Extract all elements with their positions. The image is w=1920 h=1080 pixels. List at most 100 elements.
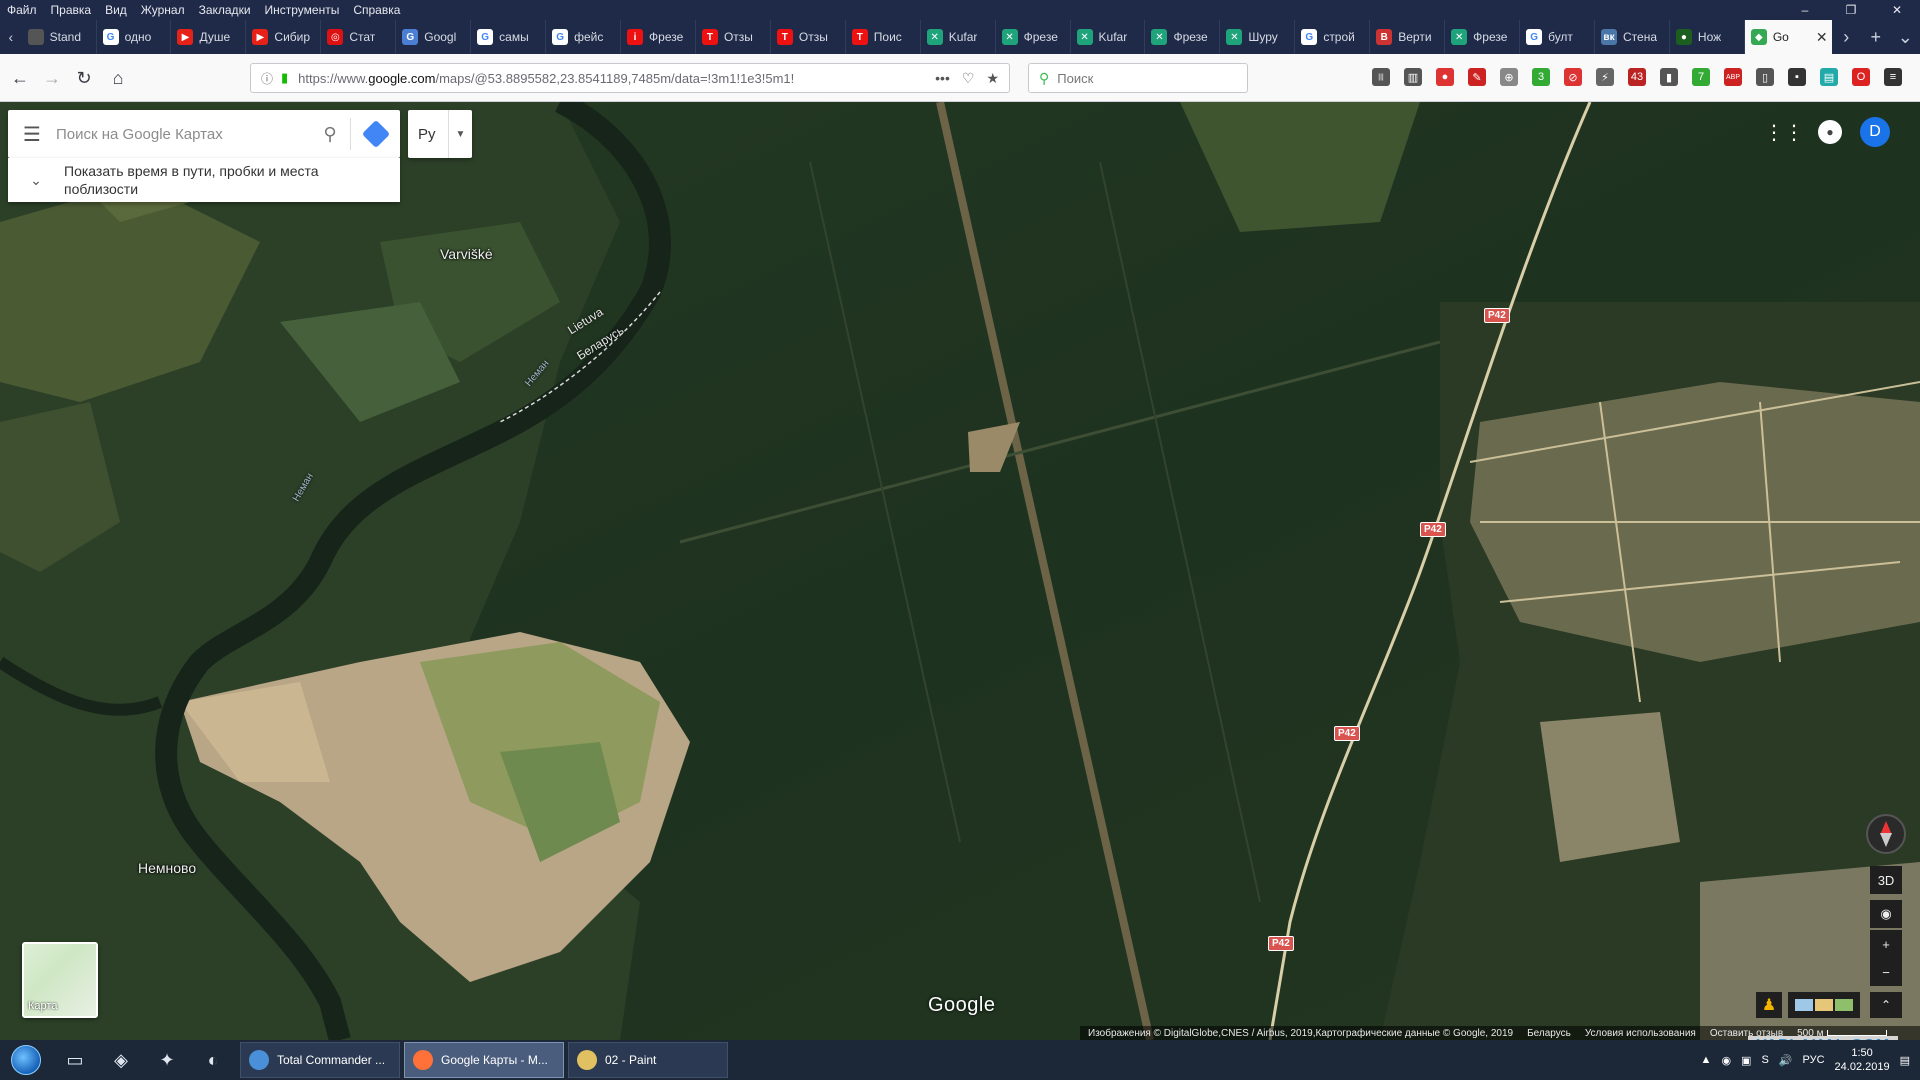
country-link[interactable]: Беларусь [1527,1028,1571,1039]
map-layer-toggle[interactable]: Карта [22,942,98,1018]
directions-icon[interactable] [350,118,400,150]
language-indicator[interactable]: РУС [1803,1054,1825,1066]
volume-icon[interactable]: 🔊 [1779,1054,1793,1067]
network-icon[interactable]: ▣ [1741,1054,1751,1067]
extension-icon[interactable]: ≡ [1884,68,1902,86]
my-location-icon[interactable]: ◉ [1870,900,1902,928]
account-avatar[interactable]: D [1860,117,1890,147]
extension-icon[interactable]: 3 [1532,68,1550,86]
terms-link[interactable]: Условия использования [1585,1028,1696,1039]
browser-tab[interactable]: T Отзы [771,20,846,54]
browser-tab[interactable]: Gодно [97,20,172,54]
extension-icon[interactable]: ● [1436,68,1454,86]
toggle-3d-button[interactable]: 3D [1870,866,1902,894]
new-tab-icon[interactable]: + [1861,20,1891,54]
zoom-in-button[interactable]: + [1870,930,1902,958]
browser-tab[interactable]: ◆ Go ✕ [1744,20,1832,54]
info-icon[interactable]: ⓘ [261,70,273,87]
compass-icon[interactable] [1866,814,1906,854]
menu-file[interactable]: Файл [0,0,44,20]
browser-tab[interactable]: ● Нож [1670,20,1745,54]
browser-tab[interactable]: ✕ Kufar [1071,20,1146,54]
browser-tab[interactable]: Gстрой [1295,20,1371,54]
extension-icon[interactable]: ⊘ [1564,68,1582,86]
back-button[interactable]: ← [6,64,34,92]
browser-search-bar[interactable]: ⚲ Поиск [1028,63,1248,93]
language-select[interactable]: Ру ▼ [408,110,472,158]
tab-scroll-left-icon[interactable]: ‹ [0,20,22,54]
google-apps-icon[interactable]: ⋮⋮ [1764,120,1804,144]
extension-icon[interactable]: ⊕ [1500,68,1518,86]
notifications-icon[interactable]: ● [1818,120,1842,144]
menu-help[interactable]: Справка [346,0,407,20]
mini-layers[interactable] [1788,992,1860,1018]
expand-layers-icon[interactable]: ⌃ [1870,992,1902,1018]
home-button[interactable]: ⌂ [104,64,132,92]
action-center-icon[interactable]: ▤ [1900,1054,1910,1067]
browser-tab[interactable]: Gфейс [546,20,622,54]
menu-edit[interactable]: Правка [44,0,99,20]
reload-button[interactable]: ↻ [70,64,98,92]
extension-icon[interactable]: ▥ [1404,68,1422,86]
browser-tab[interactable]: вк Стена [1595,20,1670,54]
menu-bookmarks[interactable]: Закладки [192,0,258,20]
zoom-out-button[interactable]: − [1870,958,1902,986]
search-icon[interactable]: ⚲ [310,124,350,145]
pocket-icon[interactable]: ♡ [962,70,975,87]
browser-tab[interactable]: ▶ Душе [171,20,247,54]
menu-tools[interactable]: Инструменты [258,0,347,20]
menu-view[interactable]: Вид [98,0,134,20]
page-actions-icon[interactable]: ••• [935,70,950,87]
extension-icon[interactable]: ▤ [1820,68,1838,86]
skype-icon[interactable]: S [1761,1054,1768,1066]
tray-app-icon[interactable]: ◉ [1721,1054,1731,1067]
extension-icon[interactable]: ▪ [1788,68,1806,86]
close-window-button[interactable]: ✕ [1874,0,1920,20]
hamburger-menu-icon[interactable]: ☰ [8,110,56,158]
minimize-button[interactable]: – [1782,0,1828,20]
extension-icon[interactable]: 7 [1692,68,1710,86]
browser-tab[interactable]: Gбулт [1520,20,1595,54]
browser-tab[interactable]: ▶ Сибир [246,20,322,54]
browser-tab[interactable]: Stand [22,20,97,54]
caret-down-icon[interactable]: ▼ [448,110,472,158]
start-button[interactable] [0,1040,52,1080]
satellite-map[interactable]: Varviškė Немново Lietuva Беларусь Неман … [0,102,1920,1040]
app-icon[interactable]: ◈ [98,1040,144,1080]
extension-icon[interactable]: ▯ [1756,68,1774,86]
browser-tab[interactable]: i Фрезе [621,20,696,54]
tray-arrow-icon[interactable]: ▲ [1701,1054,1712,1066]
bookmark-star-icon[interactable]: ★ [986,70,999,87]
place-label-varviske[interactable]: Varviškė [440,246,493,262]
taskbar-app-paint[interactable]: 02 - Paint [568,1042,728,1078]
restore-button[interactable]: ❐ [1828,0,1874,20]
browser-tab[interactable]: B Верти [1370,20,1446,54]
browser-tab[interactable]: ✕ Фрезе [1445,20,1521,54]
layer-thumb-terrain[interactable] [1835,999,1853,1011]
browser-tab[interactable]: ✕ Kufar [921,20,996,54]
tab-list-icon[interactable]: ⌄ [1891,20,1920,54]
maps-search-input[interactable] [56,110,310,158]
close-tab-icon[interactable]: ✕ [1816,29,1828,46]
browser-tab[interactable]: G Googl [396,20,472,54]
extension-icon[interactable]: O [1852,68,1870,86]
extension-icon[interactable]: ▮ [1660,68,1678,86]
clock[interactable]: 1:50 24.02.2019 [1835,1046,1890,1074]
url-bar[interactable]: ⓘ ▮ https://www.google.com/maps/@53.8895… [250,63,1010,93]
browser-tab[interactable]: ◎ Стат [321,20,397,54]
forward-button[interactable]: → [38,64,66,92]
browser-tab[interactable]: T Отзы [696,20,771,54]
taskbar-app-firefox[interactable]: Google Карты - M... [404,1042,564,1078]
taskbar-app-total-commander[interactable]: Total Commander ... [240,1042,400,1078]
browser-tab[interactable]: ✕ Фрезе [1145,20,1221,54]
extension-icon[interactable]: ABP [1724,68,1742,86]
browser-tab[interactable]: Gсамы [471,20,547,54]
chevron-down-icon[interactable]: ⌄ [8,172,64,189]
url-text[interactable]: https://www.google.com/maps/@53.8895582,… [298,71,878,86]
extension-icon[interactable]: ||| [1372,68,1390,86]
task-view-icon[interactable]: ▭ [52,1040,98,1080]
firefox-icon[interactable]: ◐ [190,1040,236,1080]
extension-icon[interactable]: 43 [1628,68,1646,86]
menu-history[interactable]: Журнал [134,0,192,20]
browser-tab[interactable]: T Поис [846,20,921,54]
